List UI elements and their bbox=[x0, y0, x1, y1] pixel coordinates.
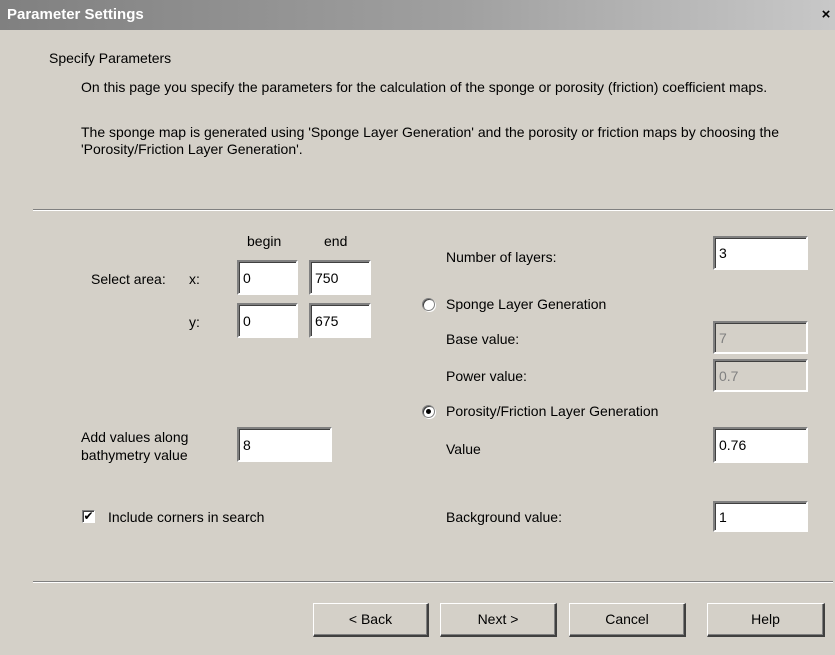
next-button[interactable]: Next > bbox=[440, 603, 557, 637]
page-title: Specify Parameters bbox=[49, 50, 172, 66]
column-header-begin: begin bbox=[247, 233, 282, 249]
power-value-label: Power value: bbox=[446, 368, 527, 384]
column-header-end: end bbox=[324, 233, 348, 249]
parameter-settings-dialog: Parameter Settings × Specify Parameters … bbox=[0, 0, 835, 655]
y-end-input[interactable] bbox=[309, 303, 371, 338]
number-of-layers-label: Number of layers: bbox=[446, 249, 557, 265]
separator-bottom bbox=[33, 581, 833, 583]
description-1: On this page you specify the parameters … bbox=[81, 79, 768, 95]
base-value-input[interactable] bbox=[713, 321, 808, 354]
bathymetry-label-line2: bathymetry value bbox=[81, 447, 188, 463]
background-value-input[interactable] bbox=[713, 501, 808, 532]
y-label: y: bbox=[189, 314, 200, 330]
help-button[interactable]: Help bbox=[707, 603, 825, 637]
separator-top bbox=[33, 209, 833, 211]
porosity-friction-label: Porosity/Friction Layer Generation bbox=[446, 403, 659, 419]
base-value-label: Base value: bbox=[446, 331, 520, 347]
y-begin-input[interactable] bbox=[237, 303, 298, 338]
close-button[interactable]: × bbox=[817, 6, 835, 24]
bathymetry-label-line1: Add values along bbox=[81, 429, 189, 445]
cancel-button[interactable]: Cancel bbox=[569, 603, 686, 637]
number-of-layers-input[interactable] bbox=[713, 236, 808, 270]
porosity-friction-radio[interactable] bbox=[422, 405, 435, 418]
description-2: The sponge map is generated using 'Spong… bbox=[81, 124, 779, 157]
power-value-input[interactable] bbox=[713, 359, 808, 392]
sponge-layer-label: Sponge Layer Generation bbox=[446, 296, 607, 312]
x-label: x: bbox=[189, 271, 200, 287]
bathymetry-value-input[interactable] bbox=[237, 427, 332, 462]
sponge-layer-radio[interactable] bbox=[422, 298, 435, 311]
back-button[interactable]: < Back bbox=[313, 603, 429, 637]
include-corners-label: Include corners in search bbox=[108, 509, 265, 525]
value-label: Value bbox=[446, 441, 481, 457]
window-title: Parameter Settings bbox=[7, 6, 144, 23]
x-begin-input[interactable] bbox=[237, 260, 298, 295]
select-area-label: Select area: bbox=[91, 271, 166, 287]
title-bar: Parameter Settings × bbox=[0, 0, 835, 30]
porosity-value-input[interactable] bbox=[713, 427, 808, 463]
x-end-input[interactable] bbox=[309, 260, 371, 295]
radio-selected-dot bbox=[426, 409, 431, 414]
include-corners-checkbox[interactable]: ✔ bbox=[82, 510, 95, 523]
background-value-label: Background value: bbox=[446, 509, 562, 525]
